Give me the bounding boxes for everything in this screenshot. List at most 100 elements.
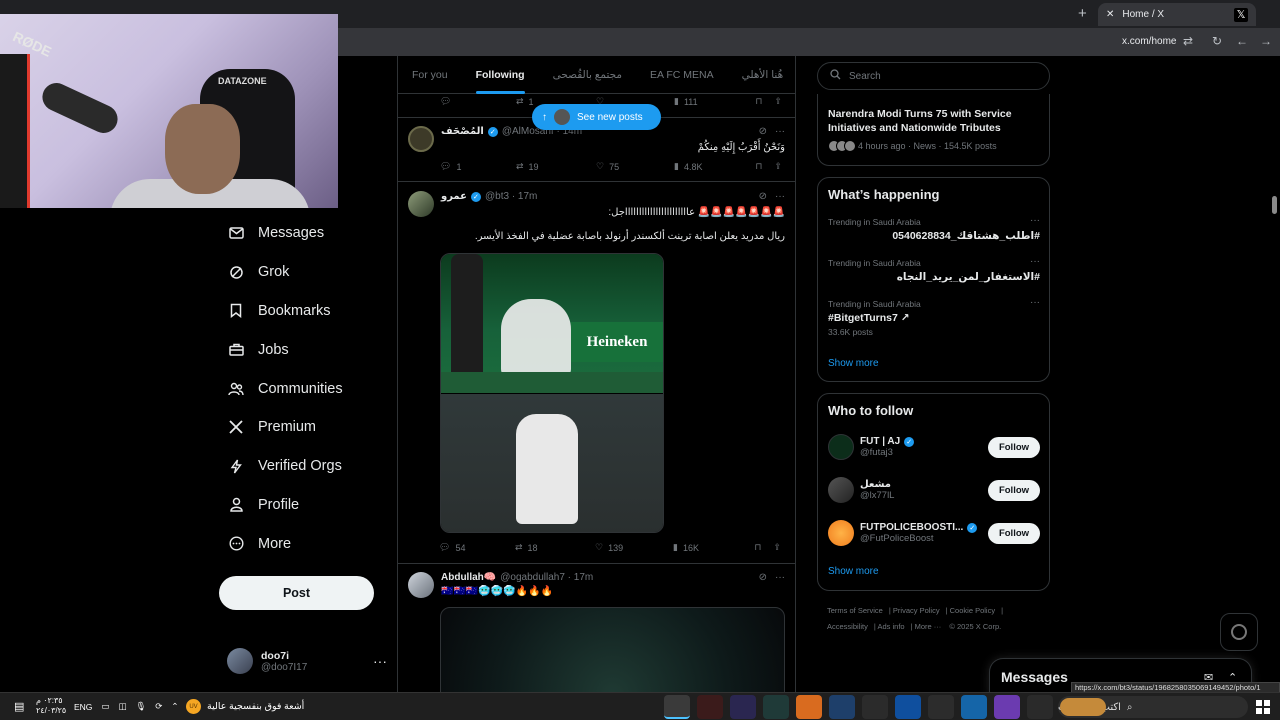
follow-button[interactable]: Follow <box>988 522 1040 544</box>
weather-widget[interactable]: أشعة فوق بنفسجية عالية UV <box>186 699 304 714</box>
close-tab-icon[interactable]: ✕ <box>1106 9 1114 20</box>
share-icon[interactable]: ⇪ <box>774 96 782 107</box>
more-dots-icon[interactable]: ··· <box>775 572 785 583</box>
tab-for-you[interactable]: For you <box>398 56 462 94</box>
sidebar-item-jobs[interactable]: Jobs <box>218 330 388 369</box>
more-dots-icon[interactable]: ··· <box>1030 297 1040 308</box>
chrome-icon[interactable] <box>664 695 690 719</box>
forward-icon[interactable]: → <box>1260 34 1272 48</box>
taskbar-clock[interactable]: ٠٢:٣٥ م ٢٤/٠٣/٢٥ <box>36 696 66 716</box>
store-icon[interactable] <box>928 695 954 719</box>
author-name[interactable]: Abdullah🧠 <box>441 572 496 583</box>
url-field[interactable]: x.com/home <box>1122 36 1176 47</box>
footer-link[interactable]: Cookie Policy <box>950 606 995 615</box>
reply-button[interactable]: 💬︎ 54 <box>439 542 515 553</box>
sidebar-item-profile[interactable]: Profile <box>218 486 388 525</box>
sidebar-item-grok[interactable]: Grok <box>218 253 388 292</box>
tray-arrow-icon[interactable]: ⌃ <box>171 701 178 712</box>
bookmark-icon[interactable]: ⊓ <box>755 161 762 172</box>
discord-icon[interactable] <box>730 695 756 719</box>
footer-link[interactable]: Ads info <box>877 622 904 631</box>
search-input[interactable]: Search <box>817 62 1050 90</box>
tab-following[interactable]: Following <box>462 56 539 94</box>
account-switcher[interactable]: doo7i @doo7I17 ··· <box>227 648 387 674</box>
sync-icon[interactable]: ⟳ <box>155 701 162 712</box>
grok-icon[interactable]: ⊘ <box>759 191 767 202</box>
windows-start-icon[interactable] <box>1256 700 1270 714</box>
views-button[interactable]: ▮ 4.8K <box>674 161 754 172</box>
share-icon[interactable]: ⇪ <box>773 542 781 553</box>
sidebar-item-premium[interactable]: Premium <box>218 408 388 447</box>
author-name[interactable]: عمرو <box>441 191 467 202</box>
display-icon[interactable]: ▭ <box>101 701 109 712</box>
explorer-icon[interactable] <box>1027 695 1053 719</box>
author-name[interactable]: المُصْحَف <box>441 126 484 137</box>
edge-icon[interactable] <box>961 695 987 719</box>
media-photo-2[interactable] <box>441 394 663 532</box>
sidebar-item-messages[interactable]: Messages <box>218 214 388 253</box>
back-icon[interactable]: ← <box>1236 34 1248 48</box>
sidebar-item-communities[interactable]: Communities <box>218 369 388 408</box>
footer-link[interactable]: More ··· <box>915 622 942 631</box>
terminal-icon[interactable] <box>862 695 888 719</box>
page-scrollbar[interactable] <box>1272 196 1277 214</box>
post-button[interactable]: Post <box>219 576 374 610</box>
new-tab-button[interactable]: + <box>1078 5 1087 22</box>
follow-button[interactable]: Follow <box>988 436 1040 458</box>
media-photo-1[interactable]: Heineken <box>441 254 663 393</box>
show-more-link[interactable]: Show more <box>828 566 879 577</box>
tab-ahli[interactable]: هُنا الأهلي <box>728 56 795 94</box>
like-button[interactable]: ♡ 139 <box>595 542 673 553</box>
reply-button[interactable]: 💬︎ 1 <box>440 161 516 172</box>
repost-button[interactable]: ⇄ 18 <box>515 542 595 553</box>
sidebar-item-more[interactable]: More <box>218 524 388 563</box>
news-card[interactable]: Narendra Modi Turns 75 with Service Init… <box>817 94 1050 166</box>
trend-item[interactable]: Trending in Saudi Arabia #BitgetTurns7 ↗… <box>828 297 1040 337</box>
repost-button[interactable]: ⇄ 19 <box>516 161 596 172</box>
reply-button[interactable]: 💬︎ <box>440 96 516 107</box>
more-dots-icon[interactable]: ··· <box>1030 215 1040 226</box>
like-button[interactable]: ♡ 75 <box>596 161 674 172</box>
more-dots-icon[interactable]: ··· <box>775 191 785 202</box>
microphone-icon[interactable]: 🎙︎ <box>135 701 146 712</box>
follow-suggestion[interactable]: FUTPOLICEBOOSTI... ✓ @FutPoliceBoost Foll… <box>828 518 1040 548</box>
obs-icon[interactable] <box>697 695 723 719</box>
follow-button[interactable]: Follow <box>988 479 1040 501</box>
sidebar-item-verified-orgs[interactable]: Verified Orgs <box>218 447 388 486</box>
follow-suggestion[interactable]: مشعل @lx77lL Follow <box>828 475 1040 505</box>
more-dots-icon[interactable]: ··· <box>373 653 387 669</box>
bookmark-icon[interactable]: ⊓ <box>754 542 761 553</box>
tweet-media[interactable]: Heineken <box>440 253 664 533</box>
views-button[interactable]: ▮ 111 <box>674 96 754 107</box>
share-icon[interactable]: ⇪ <box>774 161 782 172</box>
language-indicator[interactable]: ENG <box>74 702 92 712</box>
more-dots-icon[interactable]: ··· <box>1030 256 1040 267</box>
show-more-link[interactable]: Show more <box>828 358 879 369</box>
app-a-icon[interactable] <box>796 695 822 719</box>
grok-icon[interactable]: ⊘ <box>759 572 767 583</box>
grok-icon[interactable]: ⊘ <box>759 126 767 137</box>
browser-tab[interactable]: ✕ Home / X 𝕏 <box>1098 3 1256 26</box>
outlook-icon[interactable] <box>895 695 921 719</box>
window-icon[interactable] <box>829 695 855 719</box>
see-new-posts-button[interactable]: ↑ See new posts <box>532 104 661 130</box>
site-settings-icon[interactable]: ⇄ <box>1183 34 1193 48</box>
taskbar-search[interactable]: ⌕ اكتب هنا للبحث <box>1058 696 1248 718</box>
bookmark-icon[interactable]: ⊓ <box>755 96 762 107</box>
trend-item[interactable]: Trending in Saudi Arabia #اطلب_هشتاقك_05… <box>828 215 1040 242</box>
notification-icon[interactable]: ▤ <box>14 700 24 713</box>
copilot-icon[interactable] <box>994 695 1020 719</box>
xbox-icon[interactable] <box>763 695 789 719</box>
footer-link[interactable]: Privacy Policy <box>893 606 940 615</box>
tab-ea-fc-mena[interactable]: EA FC MENA <box>636 56 728 94</box>
trend-item[interactable]: Trending in Saudi Arabia #الاستغفار_لمن_… <box>828 256 1040 283</box>
grok-floating-button[interactable] <box>1220 613 1258 651</box>
author-handle[interactable]: @bt3 · 17m <box>485 191 537 202</box>
sidebar-item-bookmarks[interactable]: Bookmarks <box>218 292 388 331</box>
wifi-icon[interactable]: ◫ <box>118 701 126 712</box>
footer-link[interactable]: Accessibility <box>827 622 868 631</box>
follow-suggestion[interactable]: FUT | AJ ✓ @futaj3 Follow <box>828 432 1040 462</box>
more-dots-icon[interactable]: ··· <box>775 126 785 137</box>
tab-community-fusha[interactable]: مجتمع بالقُصحى <box>539 56 636 94</box>
footer-link[interactable]: Terms of Service <box>827 606 883 615</box>
